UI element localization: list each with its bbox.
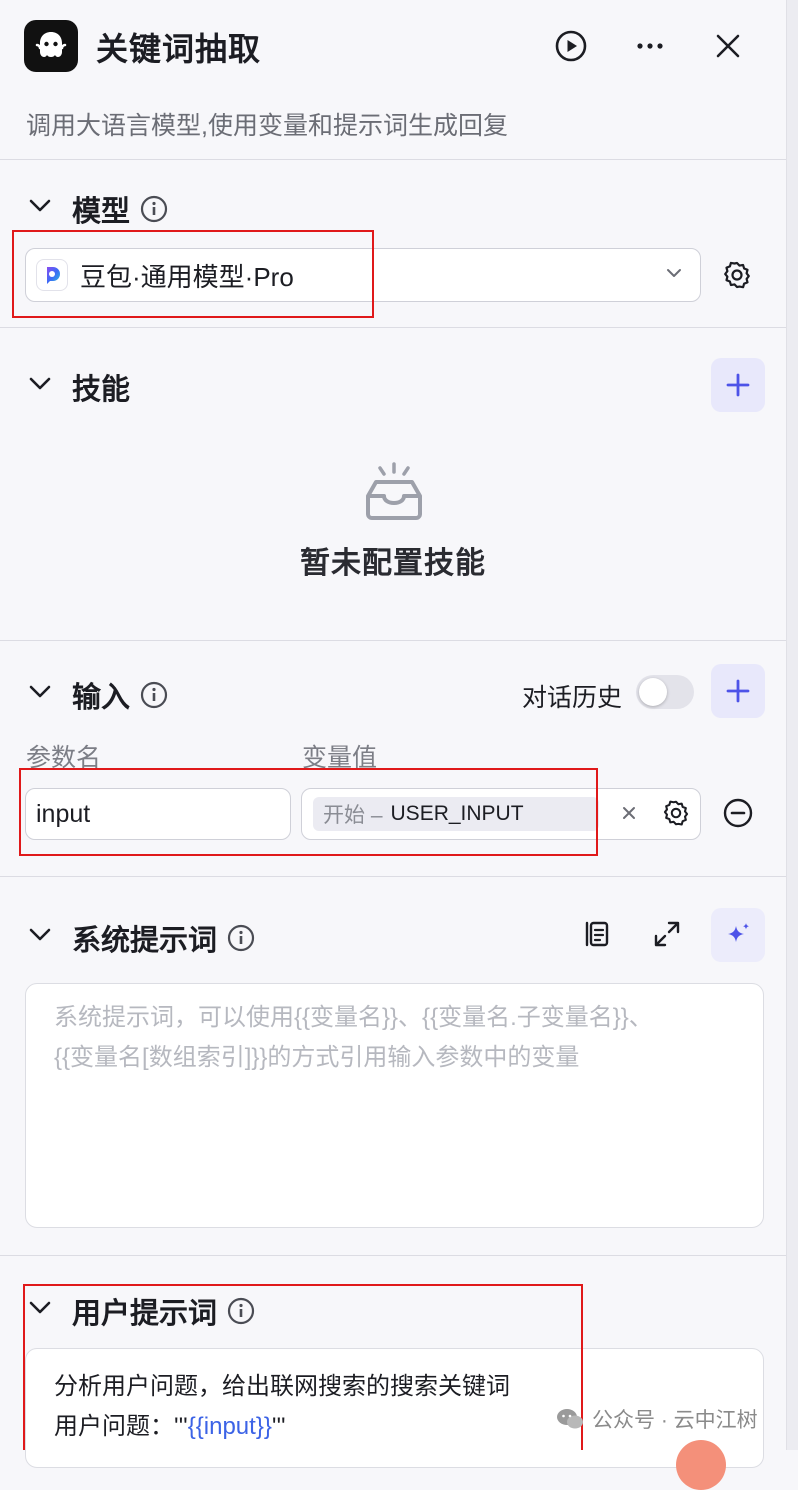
close-icon (623, 807, 635, 819)
panel-header: 关键词抽取 调用大语言模型,使用变量和提示词生成回复 (0, 0, 786, 160)
input-title-text: 输入 (72, 682, 131, 714)
wechat-icon (557, 1409, 583, 1429)
chevron-down-icon (29, 1301, 51, 1314)
chevron-down-icon (29, 928, 51, 941)
plus-icon (726, 679, 750, 703)
bot-logo-icon (24, 20, 78, 72)
gear-icon (724, 261, 750, 289)
add-skill-button[interactable] (711, 358, 765, 412)
more-button[interactable] (628, 24, 672, 68)
chevron-down-icon (29, 685, 51, 698)
info-icon[interactable] (140, 681, 168, 709)
run-button[interactable] (549, 24, 593, 68)
section-divider (0, 1255, 786, 1256)
page-title: 关键词抽取 (96, 31, 262, 67)
expand-icon (654, 921, 680, 947)
node-description: 调用大语言模型,使用变量和提示词生成回复 (26, 112, 508, 140)
system-prompt-collapse-toggle[interactable] (26, 921, 54, 949)
expand-button[interactable] (645, 912, 689, 956)
variable-value-field[interactable]: 开始 – USER_INPUT (301, 788, 701, 840)
play-icon (555, 30, 587, 62)
watermark-text: 公众号 · 云中江树 (592, 1409, 758, 1432)
skills-collapse-toggle[interactable] (26, 370, 54, 398)
info-icon[interactable] (140, 195, 168, 223)
param-name-input[interactable]: input (25, 788, 291, 840)
input-section-title: 输入 (72, 674, 168, 716)
system-prompt-title-text: 系统提示词 (72, 925, 218, 957)
watermark: 公众号 · 云中江树 (556, 1404, 758, 1434)
system-prompt-placeholder-line: {{变量名[数组索引]}}的方式引用输入参数中的变量 (54, 1044, 580, 1071)
variable-settings-button[interactable] (656, 793, 696, 833)
info-icon[interactable] (227, 924, 255, 952)
system-prompt-placeholder-line: 系统提示词，可以使用{{变量名}}、{{变量名.子变量名}}、 (54, 1004, 653, 1031)
chevron-down-icon (29, 377, 51, 390)
prompt-library-button[interactable] (575, 912, 619, 956)
close-icon (716, 34, 740, 58)
floating-avatar[interactable] (676, 1440, 726, 1490)
document-icon (585, 921, 609, 947)
model-section-title: 模型 (72, 188, 168, 230)
system-prompt-textarea[interactable]: 系统提示词，可以使用{{变量名}}、{{变量名.子变量名}}、 {{变量名[数组… (25, 983, 764, 1228)
gear-icon (663, 800, 689, 826)
param-name-header: 参数名 (26, 744, 102, 772)
sparkle-icon (728, 923, 749, 942)
skills-section-title: 技能 (72, 374, 131, 406)
node-config-panel: 关键词抽取 调用大语言模型,使用变量和提示词生成回复 模型 豆包·通用模型·Pr… (0, 0, 786, 1490)
more-icon (637, 43, 663, 49)
chevron-down-icon (664, 263, 684, 288)
variable-value-header: 变量值 (302, 744, 378, 772)
user-prompt-text: 用户问题：''' (54, 1413, 188, 1440)
doubao-model-icon (36, 259, 68, 291)
close-button[interactable] (706, 24, 750, 68)
toggle-knob (639, 678, 667, 706)
model-title-text: 模型 (72, 196, 131, 228)
model-select-value: 豆包·通用模型·Pro (80, 261, 294, 292)
user-prompt-title-text: 用户提示词 (72, 1298, 218, 1330)
section-divider (0, 640, 786, 641)
info-icon[interactable] (227, 1297, 255, 1325)
variable-reference-tag: 开始 – USER_INPUT (313, 797, 599, 831)
section-divider (0, 876, 786, 877)
user-prompt-collapse-toggle[interactable] (26, 1294, 54, 1322)
section-divider (0, 327, 786, 328)
system-prompt-section-title: 系统提示词 (72, 917, 255, 959)
ai-optimize-button[interactable] (711, 908, 765, 962)
user-prompt-text: ''' (271, 1413, 286, 1440)
empty-box-icon (362, 462, 426, 527)
minus-circle-icon (723, 798, 753, 828)
plus-icon (726, 373, 750, 397)
variable-source: 开始 – (323, 804, 383, 827)
model-collapse-toggle[interactable] (26, 192, 54, 220)
variable-name: USER_INPUT (390, 802, 524, 825)
user-prompt-section-title: 用户提示词 (72, 1290, 255, 1332)
chat-history-label: 对话历史 (522, 684, 623, 712)
clear-variable-button[interactable] (616, 800, 642, 826)
variable-reference: {{input}} (187, 1413, 272, 1440)
chevron-down-icon (29, 199, 51, 212)
add-input-button[interactable] (711, 664, 765, 718)
user-prompt-line: 分析用户问题，给出联网搜索的搜索关键词 (54, 1373, 510, 1400)
model-settings-button[interactable] (717, 255, 757, 295)
skills-empty-text: 暂未配置技能 (300, 547, 486, 580)
model-select[interactable]: 豆包·通用模型·Pro (25, 248, 701, 302)
scrollbar[interactable] (786, 0, 798, 1450)
remove-input-button[interactable] (720, 795, 756, 831)
input-collapse-toggle[interactable] (26, 678, 54, 706)
chat-history-toggle[interactable] (636, 675, 694, 709)
